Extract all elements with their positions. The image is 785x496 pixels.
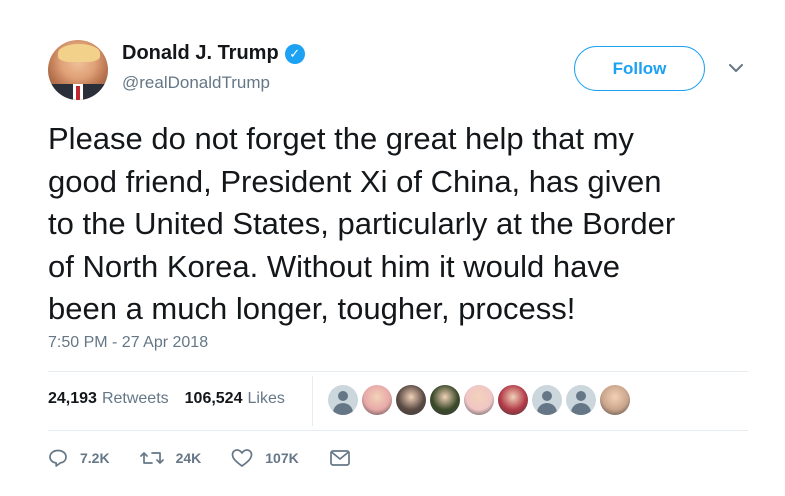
author-avatar[interactable] <box>48 40 108 100</box>
retweets-stat[interactable]: 24,193 Retweets <box>48 390 169 408</box>
stats-separator <box>312 376 313 426</box>
tweet-card: Donald J. Trump ✓ @realDonaldTrump Follo… <box>0 0 785 496</box>
verified-badge-icon: ✓ <box>284 43 305 64</box>
author-name-row[interactable]: Donald J. Trump ✓ <box>122 42 305 65</box>
default-avatar-head <box>542 391 552 401</box>
reply-icon <box>49 449 67 467</box>
reply-action[interactable]: 7.2K <box>48 448 110 468</box>
liker-avatar[interactable] <box>328 385 358 415</box>
tweet-text: Please do not forget the great help that… <box>48 118 758 331</box>
retweet-icon <box>139 452 164 464</box>
avatar-tie <box>76 86 80 100</box>
tweet-text-line: Please do not forget the great help that… <box>48 121 634 156</box>
liker-avatars <box>328 385 634 415</box>
tweet-text-line: good friend, President Xi of China, has … <box>48 163 662 199</box>
author-display-name[interactable]: Donald J. Trump <box>122 42 279 65</box>
default-avatar-head <box>576 391 586 401</box>
tweet-text-line: been a much longer, tougher, process! <box>48 291 576 326</box>
default-avatar-body <box>333 403 353 415</box>
reply-count: 7.2K <box>80 450 110 466</box>
engagement-stats: 24,193 Retweets 106,524 Likes <box>48 390 285 408</box>
author-handle[interactable]: @realDonaldTrump <box>122 73 270 93</box>
tweet-timestamp[interactable]: 7:50 PM - 27 Apr 2018 <box>48 334 208 352</box>
divider <box>48 430 748 431</box>
tweet-text-line: of North Korea. Without him it would hav… <box>48 248 621 284</box>
liker-avatar[interactable] <box>532 385 562 415</box>
tweet-text-line: to the United States, particularly at th… <box>48 206 676 241</box>
retweet-action[interactable]: 24K <box>139 448 202 468</box>
liker-avatar[interactable] <box>430 385 460 415</box>
likes-stat[interactable]: 106,524 Likes <box>185 390 285 408</box>
liker-avatar[interactable] <box>396 385 426 415</box>
avatar-hair <box>58 44 100 62</box>
liker-avatar[interactable] <box>498 385 528 415</box>
chevron-down-icon[interactable] <box>728 62 744 74</box>
liker-avatar[interactable] <box>600 385 630 415</box>
divider <box>48 371 748 372</box>
follow-button[interactable]: Follow <box>574 46 705 91</box>
liker-avatar[interactable] <box>362 385 392 415</box>
default-avatar-body <box>571 403 591 415</box>
likes-label: Likes <box>247 390 285 407</box>
liker-avatar[interactable] <box>566 385 596 415</box>
direct-message-action[interactable] <box>329 449 363 467</box>
heart-icon <box>231 449 253 467</box>
tweet-actions: 7.2K 24K 107K <box>48 448 393 468</box>
direct-message-icon <box>329 450 350 466</box>
default-avatar-head <box>338 391 348 401</box>
retweets-label: Retweets <box>101 390 169 407</box>
like-action[interactable]: 107K <box>231 448 299 468</box>
retweets-count: 24,193 <box>48 390 97 407</box>
likes-count: 106,524 <box>184 390 243 407</box>
liker-avatar[interactable] <box>464 385 494 415</box>
default-avatar-body <box>537 403 557 415</box>
retweet-count: 24K <box>175 450 202 466</box>
like-count: 107K <box>265 450 299 466</box>
